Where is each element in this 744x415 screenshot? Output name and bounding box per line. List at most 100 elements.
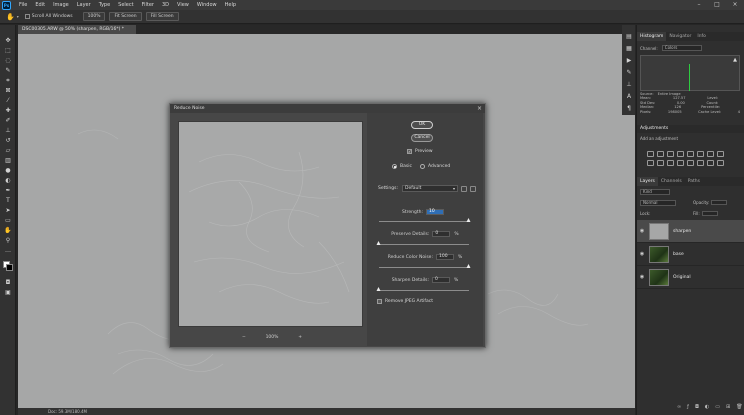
zoom-100-button[interactable]: 100% <box>82 12 106 21</box>
photo-filter-icon[interactable] <box>647 160 654 166</box>
filter-preview[interactable] <box>178 121 363 327</box>
vibrance-icon[interactable] <box>687 151 694 157</box>
menu-edit[interactable]: Edit <box>31 2 49 8</box>
tab-paths[interactable]: Paths <box>685 177 703 186</box>
channel-mixer-icon[interactable] <box>657 160 664 166</box>
sharpen-field[interactable]: 0 <box>432 277 451 283</box>
strength-slider[interactable] <box>379 218 471 222</box>
hand-tool-icon[interactable]: ✋ <box>6 13 15 21</box>
path-select-icon[interactable]: ➤ <box>3 207 13 215</box>
tool-preset-chevron-icon[interactable]: ▾ <box>17 14 19 19</box>
menu-view[interactable]: View <box>173 2 193 8</box>
blur-tool-icon[interactable]: ● <box>3 167 13 175</box>
tab-info[interactable]: Info <box>694 32 709 41</box>
adjustments-header[interactable]: Adjustments <box>637 125 744 133</box>
menu-type[interactable]: Type <box>95 2 114 8</box>
brush-tool-icon[interactable]: ✐ <box>3 117 13 125</box>
jpeg-artifact-checkbox[interactable] <box>377 299 382 304</box>
color-noise-thumb[interactable] <box>466 264 471 268</box>
photoshop-logo-icon[interactable]: Ps <box>2 0 11 10</box>
sharpen-thumb[interactable] <box>376 287 381 291</box>
history-brush-icon[interactable]: ↺ <box>3 137 13 145</box>
type-tool-icon[interactable]: T <box>3 197 13 205</box>
shape-tool-icon[interactable]: ▭ <box>3 217 13 225</box>
visibility-eye-icon[interactable]: ◉ <box>637 274 647 280</box>
color-noise-field[interactable]: 100 <box>435 254 454 260</box>
menu-window[interactable]: Window <box>193 2 221 8</box>
minimize-icon[interactable]: – <box>690 0 708 10</box>
preview-option[interactable]: ✓ Preview <box>407 149 433 154</box>
invert-icon[interactable] <box>677 160 684 166</box>
history-panel-icon[interactable]: ▤ <box>624 33 634 41</box>
marquee-tool-icon[interactable]: ⬚ <box>3 47 13 55</box>
menu-file[interactable]: File <box>15 2 31 8</box>
lasso-tool-icon[interactable]: ◌ <box>3 57 13 65</box>
tab-channels[interactable]: Channels <box>658 177 685 186</box>
layer-row-original[interactable]: ◉ Original <box>637 266 744 289</box>
fx-icon[interactable]: ƒ <box>687 404 689 410</box>
fill-screen-button[interactable]: Fill Screen <box>145 12 179 21</box>
fit-screen-button[interactable]: Fit Screen <box>109 12 142 21</box>
strength-thumb[interactable] <box>466 218 471 222</box>
play-actions-icon[interactable]: ▶ <box>624 57 634 65</box>
cache-warning-icon[interactable]: ▲ <box>733 57 737 63</box>
quick-select-tool-icon[interactable]: ✎ <box>3 67 13 75</box>
menu-layer[interactable]: Layer <box>73 2 95 8</box>
gradient-tool-icon[interactable]: ▥ <box>3 157 13 165</box>
maximize-icon[interactable]: □ <box>708 0 726 10</box>
healing-brush-icon[interactable]: ✚ <box>3 107 13 115</box>
visibility-eye-icon[interactable]: ◉ <box>637 228 647 234</box>
paragraph-panel-icon[interactable]: ¶ <box>624 105 634 113</box>
cancel-button[interactable]: Cancel <box>411 134 433 142</box>
zoom-in-icon[interactable]: + <box>298 335 302 340</box>
save-settings-icon[interactable] <box>460 185 467 192</box>
exposure-icon[interactable] <box>677 151 684 157</box>
hand-tool-icon[interactable]: ✋ <box>3 227 13 235</box>
sharpen-slider[interactable] <box>376 287 469 291</box>
delete-settings-icon[interactable] <box>469 185 476 192</box>
channel-select[interactable]: Colors <box>661 45 702 51</box>
scroll-all-windows-checkbox[interactable] <box>24 14 30 19</box>
more-tools-icon[interactable]: … <box>3 247 13 255</box>
advanced-option[interactable]: Advanced <box>420 164 450 169</box>
visibility-eye-icon[interactable]: ◉ <box>637 251 647 257</box>
layer-row-base[interactable]: ◉ base <box>637 243 744 266</box>
tab-layers[interactable]: Layers <box>637 177 658 186</box>
crop-tool-icon[interactable]: ⌗ <box>3 77 13 85</box>
tab-navigator[interactable]: Navigator <box>666 32 694 41</box>
strength-field[interactable]: 10 <box>425 209 444 215</box>
clone-stamp-icon[interactable]: ⊥ <box>3 127 13 135</box>
threshold-icon[interactable] <box>697 160 704 166</box>
screen-mode-icon[interactable]: ▣ <box>3 289 13 297</box>
settings-select[interactable]: Default <box>401 185 458 192</box>
tab-histogram[interactable]: Histogram <box>637 32 667 41</box>
color-noise-slider[interactable] <box>379 264 471 268</box>
fill-field[interactable] <box>701 211 718 216</box>
menu-filter[interactable]: Filter <box>138 2 158 8</box>
new-group-icon[interactable]: ▭ <box>715 404 720 410</box>
eraser-tool-icon[interactable]: ▱ <box>3 147 13 155</box>
close-icon[interactable]: × <box>477 104 482 113</box>
menu-select[interactable]: Select <box>114 2 137 8</box>
properties-panel-icon[interactable]: ▦ <box>624 45 634 53</box>
preview-checkbox[interactable]: ✓ <box>407 149 412 154</box>
brush-panel-icon[interactable]: ✎ <box>624 69 634 77</box>
delete-layer-icon[interactable]: 🗑 <box>736 404 742 410</box>
clone-source-icon[interactable]: ⊥ <box>624 81 634 89</box>
selective-color-icon[interactable] <box>717 160 724 166</box>
posterize-icon[interactable] <box>687 160 694 166</box>
zoom-tool-icon[interactable]: ⚲ <box>3 237 13 245</box>
document-tab[interactable]: DSC00305.ARW @ 50% (sharpen, RGB/16*) * <box>18 25 136 34</box>
jpeg-artifact-option[interactable]: Remove JPEG Artifact <box>377 299 433 304</box>
color-balance-icon[interactable] <box>707 151 714 157</box>
fill-control[interactable]: Fill: <box>693 211 718 216</box>
pen-tool-icon[interactable]: ✒ <box>3 187 13 195</box>
menu-help[interactable]: Help <box>221 2 240 8</box>
gradient-map-icon[interactable] <box>707 160 714 166</box>
brightness-contrast-icon[interactable] <box>647 151 654 157</box>
new-layer-icon[interactable]: ⊞ <box>726 404 730 410</box>
color-lookup-icon[interactable] <box>667 160 674 166</box>
levels-icon[interactable] <box>657 151 664 157</box>
frame-tool-icon[interactable]: ⊠ <box>3 87 13 95</box>
add-mask-icon[interactable]: ◘ <box>695 404 699 410</box>
